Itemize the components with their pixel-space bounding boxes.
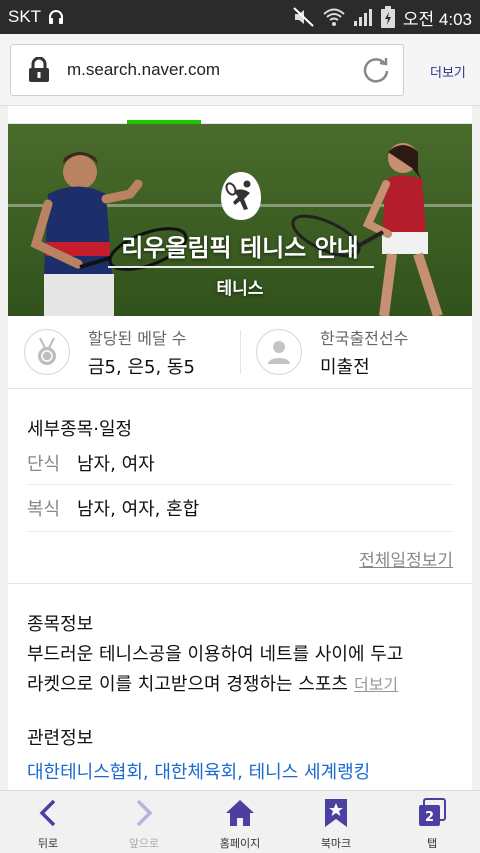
divider xyxy=(240,330,241,374)
description-line: 부드러운 테니스공을 이용하여 네트를 사이에 두고 xyxy=(27,644,404,665)
back-label: 뒤로 xyxy=(37,837,59,850)
browser-toolbar: m.search.naver.com 더보기 xyxy=(0,34,480,106)
related-section: 관련정보 대한테니스협회, 대한체육회, 테니스 세계랭킹 xyxy=(8,700,472,784)
hero-title: 리우올림픽 테니스 안내 xyxy=(121,234,359,262)
mute-icon xyxy=(293,7,315,27)
rio-olympics-logo xyxy=(220,171,262,221)
medal-icon xyxy=(24,329,70,375)
related-title: 관련정보 xyxy=(27,728,94,749)
status-bar: SKT 오전 4:03 xyxy=(0,0,480,34)
forward-button[interactable]: 앞으로 xyxy=(96,791,192,853)
sport-description: 부드러운 테니스공을 이용하여 네트를 사이에 두고 라켓으로 이를 치고받으며… xyxy=(27,640,453,700)
page-content: 리우올림픽 테니스 안내 테니스 할당된 메달 수 금5, 은5, 동5 한국출… xyxy=(8,106,472,790)
carrier-label: SKT xyxy=(8,7,42,26)
bookmark-label: 북마크 xyxy=(320,837,352,850)
tab-count: 2 xyxy=(425,810,434,825)
full-schedule-link[interactable]: 전체일정보기 xyxy=(27,534,453,583)
chevron-left-icon xyxy=(38,797,58,829)
address-bar[interactable]: m.search.naver.com xyxy=(10,44,404,96)
battery-icon xyxy=(380,6,395,28)
url-text[interactable]: m.search.naver.com xyxy=(67,60,349,80)
sport-tab-strip[interactable] xyxy=(8,106,472,124)
bookmark-icon xyxy=(324,797,348,829)
description-more-link[interactable]: 더보기 xyxy=(354,675,398,694)
wifi-icon xyxy=(323,7,345,27)
schedule-title: 세부종목·일정 xyxy=(27,419,133,440)
hero-title-underline xyxy=(108,266,374,268)
headset-icon xyxy=(47,8,65,26)
tabs-label: 탭 xyxy=(426,837,438,850)
schedule-value: 남자, 여자, 혼합 xyxy=(77,499,200,520)
sport-info-title: 종목정보 xyxy=(27,614,94,635)
signal-icon xyxy=(353,7,373,27)
person-icon xyxy=(256,329,302,375)
korea-athlete-value: 미출전 xyxy=(320,357,370,378)
schedule-row: 단식 남자, 여자 xyxy=(27,441,453,485)
home-button[interactable]: 홈페이지 xyxy=(192,791,288,853)
schedule-key: 복식 xyxy=(27,499,61,520)
sport-info-section: 종목정보 부드러운 테니스공을 이용하여 네트를 사이에 두고 라켓으로 이를 … xyxy=(8,584,472,700)
clock: 오전 4:03 xyxy=(402,9,472,29)
lock-icon xyxy=(11,57,67,83)
description-text: 라켓으로 이를 치고받으며 경쟁하는 스포츠 xyxy=(27,674,348,695)
hero-banner: 리우올림픽 테니스 안내 테니스 xyxy=(8,124,472,316)
schedule-key: 단식 xyxy=(27,453,61,475)
home-label: 홈페이지 xyxy=(219,837,261,850)
medal-count-card: 할당된 메달 수 금5, 은5, 동5 xyxy=(8,316,240,388)
korea-athlete-card: 한국출전선수 미출전 xyxy=(240,316,472,388)
bookmark-button[interactable]: 북마크 xyxy=(288,791,384,853)
forward-label: 앞으로 xyxy=(128,837,160,850)
home-icon xyxy=(225,797,255,829)
related-links[interactable]: 대한테니스협회, 대한체육회, 테니스 세계랭킹 xyxy=(27,758,453,784)
schedule-list: 단식 남자, 여자 복식 남자, 여자, 혼합 xyxy=(27,441,453,532)
summary-row: 할당된 메달 수 금5, 은5, 동5 한국출전선수 미출전 xyxy=(8,316,472,389)
more-button[interactable]: 더보기 xyxy=(430,62,466,81)
tabs-button[interactable]: 2 탭 xyxy=(384,791,480,853)
back-button[interactable]: 뒤로 xyxy=(0,791,96,853)
browser-bottom-nav: 뒤로 앞으로 홈페이지 북마크 2 탭 xyxy=(0,790,480,853)
description-line-2: 라켓으로 이를 치고받으며 경쟁하는 스포츠 더보기 xyxy=(27,670,453,700)
reload-icon[interactable] xyxy=(349,55,403,85)
medal-count-value: 금5, 은5, 동5 xyxy=(88,357,195,378)
chevron-right-icon xyxy=(134,797,154,829)
medal-count-label: 할당된 메달 수 xyxy=(88,329,187,348)
schedule-section: 세부종목·일정 단식 남자, 여자 복식 남자, 여자, 혼합 전체일정보기 xyxy=(8,389,472,583)
schedule-value: 남자, 여자 xyxy=(77,453,155,475)
schedule-row: 복식 남자, 여자, 혼합 xyxy=(27,485,453,531)
korea-athlete-label: 한국출전선수 xyxy=(320,329,409,348)
hero-subtitle: 테니스 xyxy=(216,279,264,299)
tabs-icon: 2 xyxy=(417,797,447,829)
